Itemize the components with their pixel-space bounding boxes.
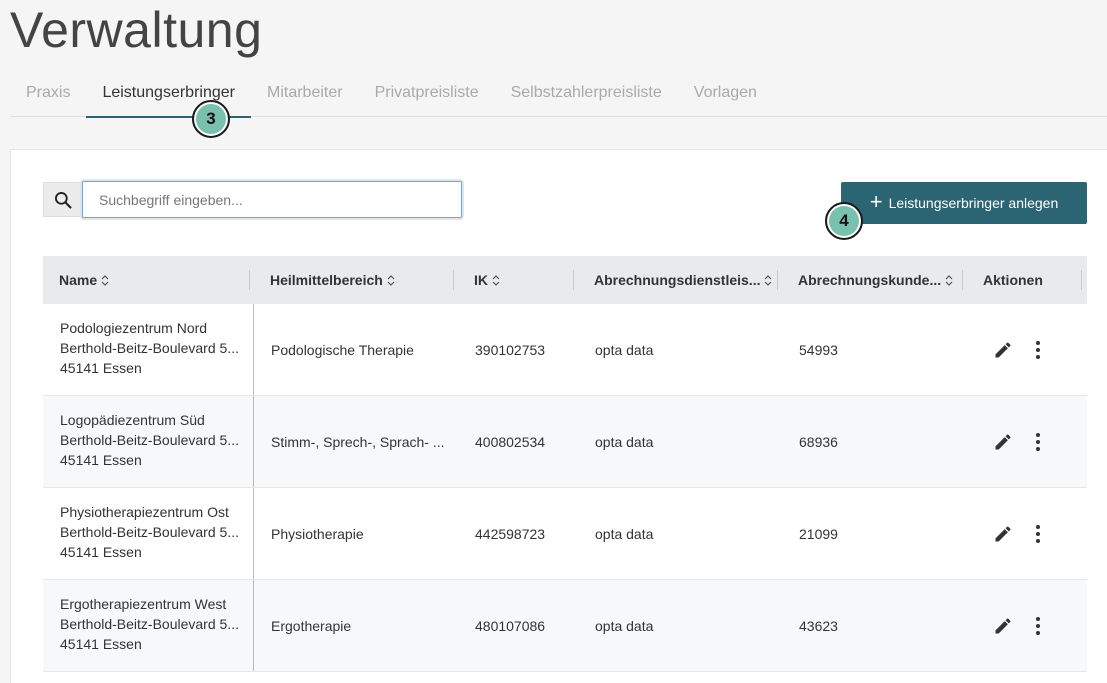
name-cell: Physiotherapiezentrum Ost Berthold-Beitz… — [60, 504, 239, 560]
column-header-name[interactable]: Name — [59, 256, 109, 304]
page-title: Verwaltung — [10, 2, 263, 58]
ik-cell: 480107086 — [475, 618, 546, 634]
table-header: Name Heilmittelbereich IK Abrechnungsdie… — [43, 256, 1087, 304]
add-button-label: Leistungserbringer anlegen — [888, 195, 1059, 211]
pencil-icon[interactable] — [993, 432, 1013, 452]
dienstleister-cell: opta data — [595, 342, 654, 358]
more-vertical-icon[interactable] — [1035, 432, 1041, 452]
column-divider — [253, 488, 254, 579]
column-divider — [253, 580, 254, 671]
row-actions — [993, 580, 1041, 672]
column-separator — [1081, 270, 1082, 290]
sort-icon — [101, 274, 109, 286]
column-divider — [253, 304, 254, 395]
more-vertical-icon[interactable] — [1035, 524, 1041, 544]
annotation-marker-3: 3 — [192, 100, 230, 138]
kunde-cell: 68936 — [799, 434, 838, 450]
sort-icon — [945, 274, 953, 286]
plus-icon: + — [869, 189, 883, 214]
pencil-icon[interactable] — [993, 616, 1013, 636]
search-input[interactable] — [82, 181, 462, 218]
name-cell: Podologiezentrum Nord Berthold-Beitz-Bou… — [60, 320, 239, 376]
tab-bar: Praxis Leistungserbringer Mitarbeiter Pr… — [10, 78, 1107, 118]
more-vertical-icon[interactable] — [1035, 616, 1041, 636]
column-separator — [777, 270, 778, 290]
column-separator — [249, 270, 250, 290]
row-actions — [993, 396, 1041, 488]
column-header-ik[interactable]: IK — [474, 256, 500, 304]
tab-mitarbeiter[interactable]: Mitarbeiter — [251, 78, 359, 117]
annotation-marker-4: 4 — [825, 202, 863, 240]
more-vertical-icon[interactable] — [1035, 340, 1041, 360]
tab-selbstzahlerpreisliste[interactable]: Selbstzahlerpreisliste — [495, 78, 678, 117]
tab-vorlagen[interactable]: Vorlagen — [678, 78, 773, 117]
column-header-abrechnungskunde[interactable]: Abrechnungskunde... — [798, 256, 953, 304]
column-header-aktionen: Aktionen — [983, 272, 1043, 288]
dienstleister-cell: opta data — [595, 526, 654, 542]
ik-cell: 400802534 — [475, 434, 546, 450]
row-actions — [993, 488, 1041, 580]
dienstleister-cell: opta data — [595, 618, 654, 634]
bereich-cell: Stimm-, Sprech-, Sprach- ... — [271, 434, 445, 450]
search-icon[interactable] — [43, 182, 81, 217]
name-cell: Logopädiezentrum Süd Berthold-Beitz-Boul… — [60, 412, 239, 468]
bereich-cell: Physiotherapie — [271, 526, 364, 542]
column-header-heilmittelbereich[interactable]: Heilmittelbereich — [270, 256, 395, 304]
column-separator — [453, 270, 454, 290]
column-separator — [962, 270, 963, 290]
add-leistungserbringer-button[interactable]: + Leistungserbringer anlegen — [841, 182, 1087, 224]
column-divider — [253, 396, 254, 487]
sort-icon — [387, 274, 395, 286]
bereich-cell: Podologische Therapie — [271, 342, 414, 358]
column-separator — [573, 270, 574, 290]
row-actions — [993, 304, 1041, 396]
bereich-cell: Ergotherapie — [271, 618, 352, 634]
ik-cell: 442598723 — [475, 526, 546, 542]
tab-privatpreisliste[interactable]: Privatpreisliste — [359, 78, 495, 117]
pencil-icon[interactable] — [993, 524, 1013, 544]
column-header-abrechnungsdienstleister[interactable]: Abrechnungsdienstleis... — [594, 256, 772, 304]
sort-icon — [492, 274, 500, 286]
table-row[interactable]: Podologiezentrum Nord Berthold-Beitz-Bou… — [43, 304, 1087, 396]
kunde-cell: 54993 — [799, 342, 838, 358]
sort-icon — [764, 274, 772, 286]
dienstleister-cell: opta data — [595, 434, 654, 450]
leistungserbringer-table: Name Heilmittelbereich IK Abrechnungsdie… — [43, 256, 1087, 672]
ik-cell: 390102753 — [475, 342, 546, 358]
pencil-icon[interactable] — [993, 340, 1013, 360]
name-cell: Ergotherapiezentrum West Berthold-Beitz-… — [60, 596, 239, 652]
table-row[interactable]: Ergotherapiezentrum West Berthold-Beitz-… — [43, 580, 1087, 672]
table-row[interactable]: Physiotherapiezentrum Ost Berthold-Beitz… — [43, 488, 1087, 580]
kunde-cell: 21099 — [799, 526, 838, 542]
kunde-cell: 43623 — [799, 618, 838, 634]
table-row[interactable]: Logopädiezentrum Süd Berthold-Beitz-Boul… — [43, 396, 1087, 488]
tab-praxis[interactable]: Praxis — [10, 78, 86, 117]
